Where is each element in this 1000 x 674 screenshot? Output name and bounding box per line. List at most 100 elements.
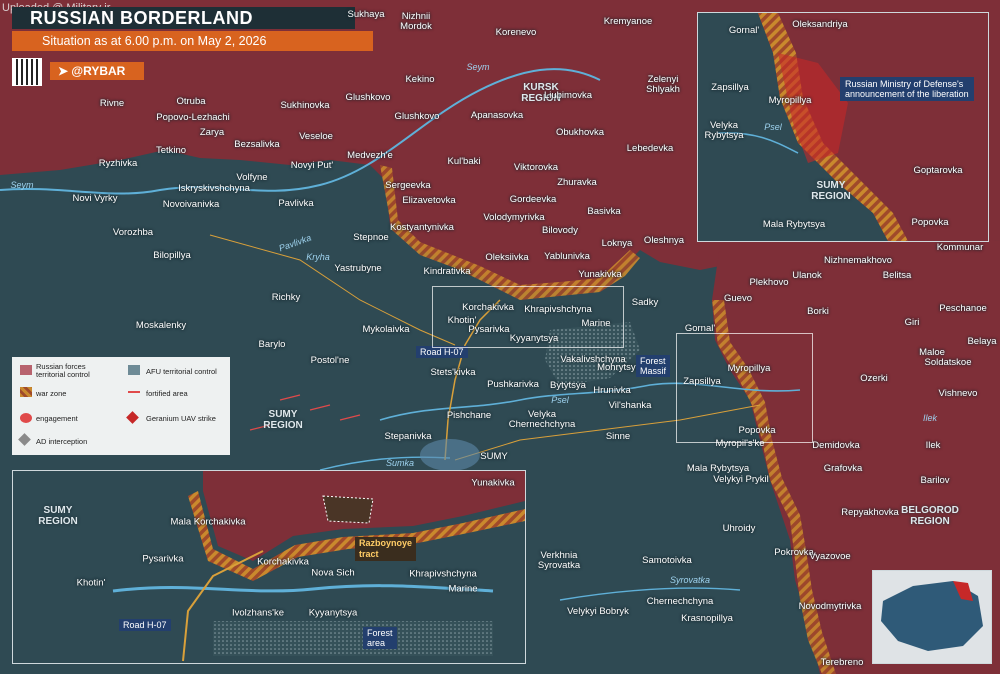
legend-russian: Russian forces territorial control xyxy=(36,362,90,379)
place-label: Stepnoe xyxy=(353,232,389,243)
inset-ne-place-label: Gornal' xyxy=(728,25,760,36)
place-label: Iskryskivshchyna xyxy=(178,183,250,194)
river-kryha: Kryha xyxy=(306,252,330,262)
zoom-frame-ne xyxy=(676,333,813,443)
place-label: Apanasovka xyxy=(470,110,524,121)
place-label: Ilek xyxy=(925,440,941,451)
inset-sw: SUMY REGION Razboynoye tract Road H-07 F… xyxy=(12,470,526,664)
inset-sw-place-label: Nova Sich xyxy=(311,567,355,579)
place-label: Sadky xyxy=(631,297,659,308)
legend-war-zone: war zone xyxy=(36,389,67,398)
place-label: Mohrytsya xyxy=(597,362,641,373)
river-syrovatka: Syrovatka xyxy=(669,575,711,585)
legend-russian-swatch xyxy=(20,365,32,375)
inset-sw-place-label: Mala Korchakivka xyxy=(170,516,246,528)
telegram-icon: ➤ xyxy=(58,64,72,78)
inset-road-h07-tag: Road H-07 xyxy=(119,619,171,631)
place-label: Krasnopillya xyxy=(681,613,733,624)
place-label: Vishnevo xyxy=(938,388,978,399)
place-label: Borki xyxy=(807,306,829,317)
razboynoye-tract-tag: Razboynoye tract xyxy=(355,537,417,561)
inset-sw-place-label: Pysarivka xyxy=(142,553,184,565)
place-label: Volfyne xyxy=(236,172,268,183)
place-label: Uhroidy xyxy=(722,523,756,534)
forest-massif-tag: Forest Massif xyxy=(636,355,671,377)
place-label: SUMY xyxy=(480,451,508,462)
place-label: Ulanok xyxy=(792,270,822,281)
place-label: Ozerki xyxy=(860,373,888,384)
inset-ne-place-label: Popovka xyxy=(911,217,949,228)
place-label: Novodmytrivka xyxy=(798,601,862,612)
legend-geranium: Geranium UAV strike xyxy=(146,414,216,423)
place-label: Zhuravka xyxy=(557,177,597,188)
place-label: Bilovody xyxy=(542,225,578,236)
place-label: Terebreno xyxy=(820,657,864,668)
place-label: Bezsalivka xyxy=(234,139,280,150)
place-label: Kommunar xyxy=(936,242,984,253)
place-label: Sinne xyxy=(605,431,631,442)
inset-sw-place-label: Khotin' xyxy=(76,577,106,589)
place-label: Hrunivka xyxy=(593,385,631,396)
place-label: Bilopillya xyxy=(153,250,191,261)
map-title: RUSSIAN BORDERLAND xyxy=(12,7,355,29)
place-label: Kostyantynivka xyxy=(390,222,454,233)
legend-warzone-swatch xyxy=(20,387,32,397)
place-label: Grafovka xyxy=(823,463,863,474)
place-label: Repyakhovka xyxy=(841,507,899,518)
place-label: Velykyi Bobryk xyxy=(567,606,629,617)
inset-ne-river-psel: Psel xyxy=(764,122,782,132)
river-sumka: Sumka xyxy=(385,458,415,468)
river-seym-2: Seym xyxy=(10,180,34,190)
inset-ne-place-label: Oleksandriya xyxy=(792,19,848,30)
inset-ne-place-label: Mala Rybytsya xyxy=(762,219,826,230)
place-label: Ryzhivka xyxy=(98,158,138,169)
inset-sw-place-label: Kyyanytsya xyxy=(308,607,358,619)
telegram-handle[interactable]: ➤ @RYBAR xyxy=(50,62,144,80)
legend-engagement-icon xyxy=(20,413,32,423)
place-label: Volodymyrivka xyxy=(483,212,545,223)
place-label: Tetkino xyxy=(155,145,187,156)
place-label: Loknya xyxy=(601,238,633,249)
place-label: Velyka Chernechchyna xyxy=(508,409,576,430)
place-label: Postol'ne xyxy=(310,355,350,366)
place-label: Bytytsya xyxy=(550,380,586,391)
place-label: Kekino xyxy=(405,74,435,85)
legend-geranium-icon xyxy=(126,411,139,424)
legend-fortified-swatch xyxy=(128,391,140,393)
region-sumy: SUMY REGION xyxy=(263,409,303,431)
place-label: Stets'kivka xyxy=(430,367,476,378)
place-label: Lebedevka xyxy=(626,143,674,154)
place-label: Medvezh'e xyxy=(347,150,393,161)
map: Uploaded @ Military ir RUSSIAN BORDERLAN… xyxy=(0,0,1000,674)
legend-ad-icon xyxy=(18,433,31,446)
place-label: Barilov xyxy=(920,475,950,486)
legend: Russian forces territorial control AFU t… xyxy=(12,357,230,455)
place-label: Veseloe xyxy=(299,131,333,142)
inset-sw-place-label: Khrapivshchyna xyxy=(409,568,477,580)
river-psel: Psel xyxy=(551,395,569,405)
place-label: Verkhnia Syrovatka xyxy=(537,550,581,571)
mod-announcement-tag: Russian Ministry of Defense's announceme… xyxy=(840,77,974,101)
place-label: Liubimovka xyxy=(543,90,593,101)
place-label: Yastrubyne xyxy=(334,263,382,274)
place-label: Sukhaya xyxy=(347,9,385,20)
place-label: Novi Vyrky xyxy=(72,193,118,204)
inset-sw-place-label: Yunakivka xyxy=(471,477,515,489)
place-label: Chernechchyna xyxy=(646,596,714,607)
inset-ne-place-label: Zapsillya xyxy=(711,82,749,93)
inset-forest-area-tag: Forest area xyxy=(363,627,397,649)
place-label: Plekhovo xyxy=(749,277,789,288)
river-seym-1: Seym xyxy=(466,62,490,72)
place-label: Gordeevka xyxy=(509,194,557,205)
place-label: Pushkarivka xyxy=(487,379,539,390)
place-label: Kremyanoe xyxy=(603,16,653,27)
place-label: Giri xyxy=(904,317,920,328)
header: Uploaded @ Military ir RUSSIAN BORDERLAN… xyxy=(0,0,373,90)
place-label: Demidovka xyxy=(812,440,860,451)
inset-sw-place-label: Korchakivka xyxy=(257,556,309,568)
place-label: Soldatskoe xyxy=(924,357,972,368)
place-label: Novyi Put' xyxy=(290,160,334,171)
place-label: Zarya xyxy=(199,127,225,138)
place-label: Nizhnemakhovo xyxy=(823,255,893,266)
inset-sw-place-label: Marine xyxy=(448,583,478,595)
